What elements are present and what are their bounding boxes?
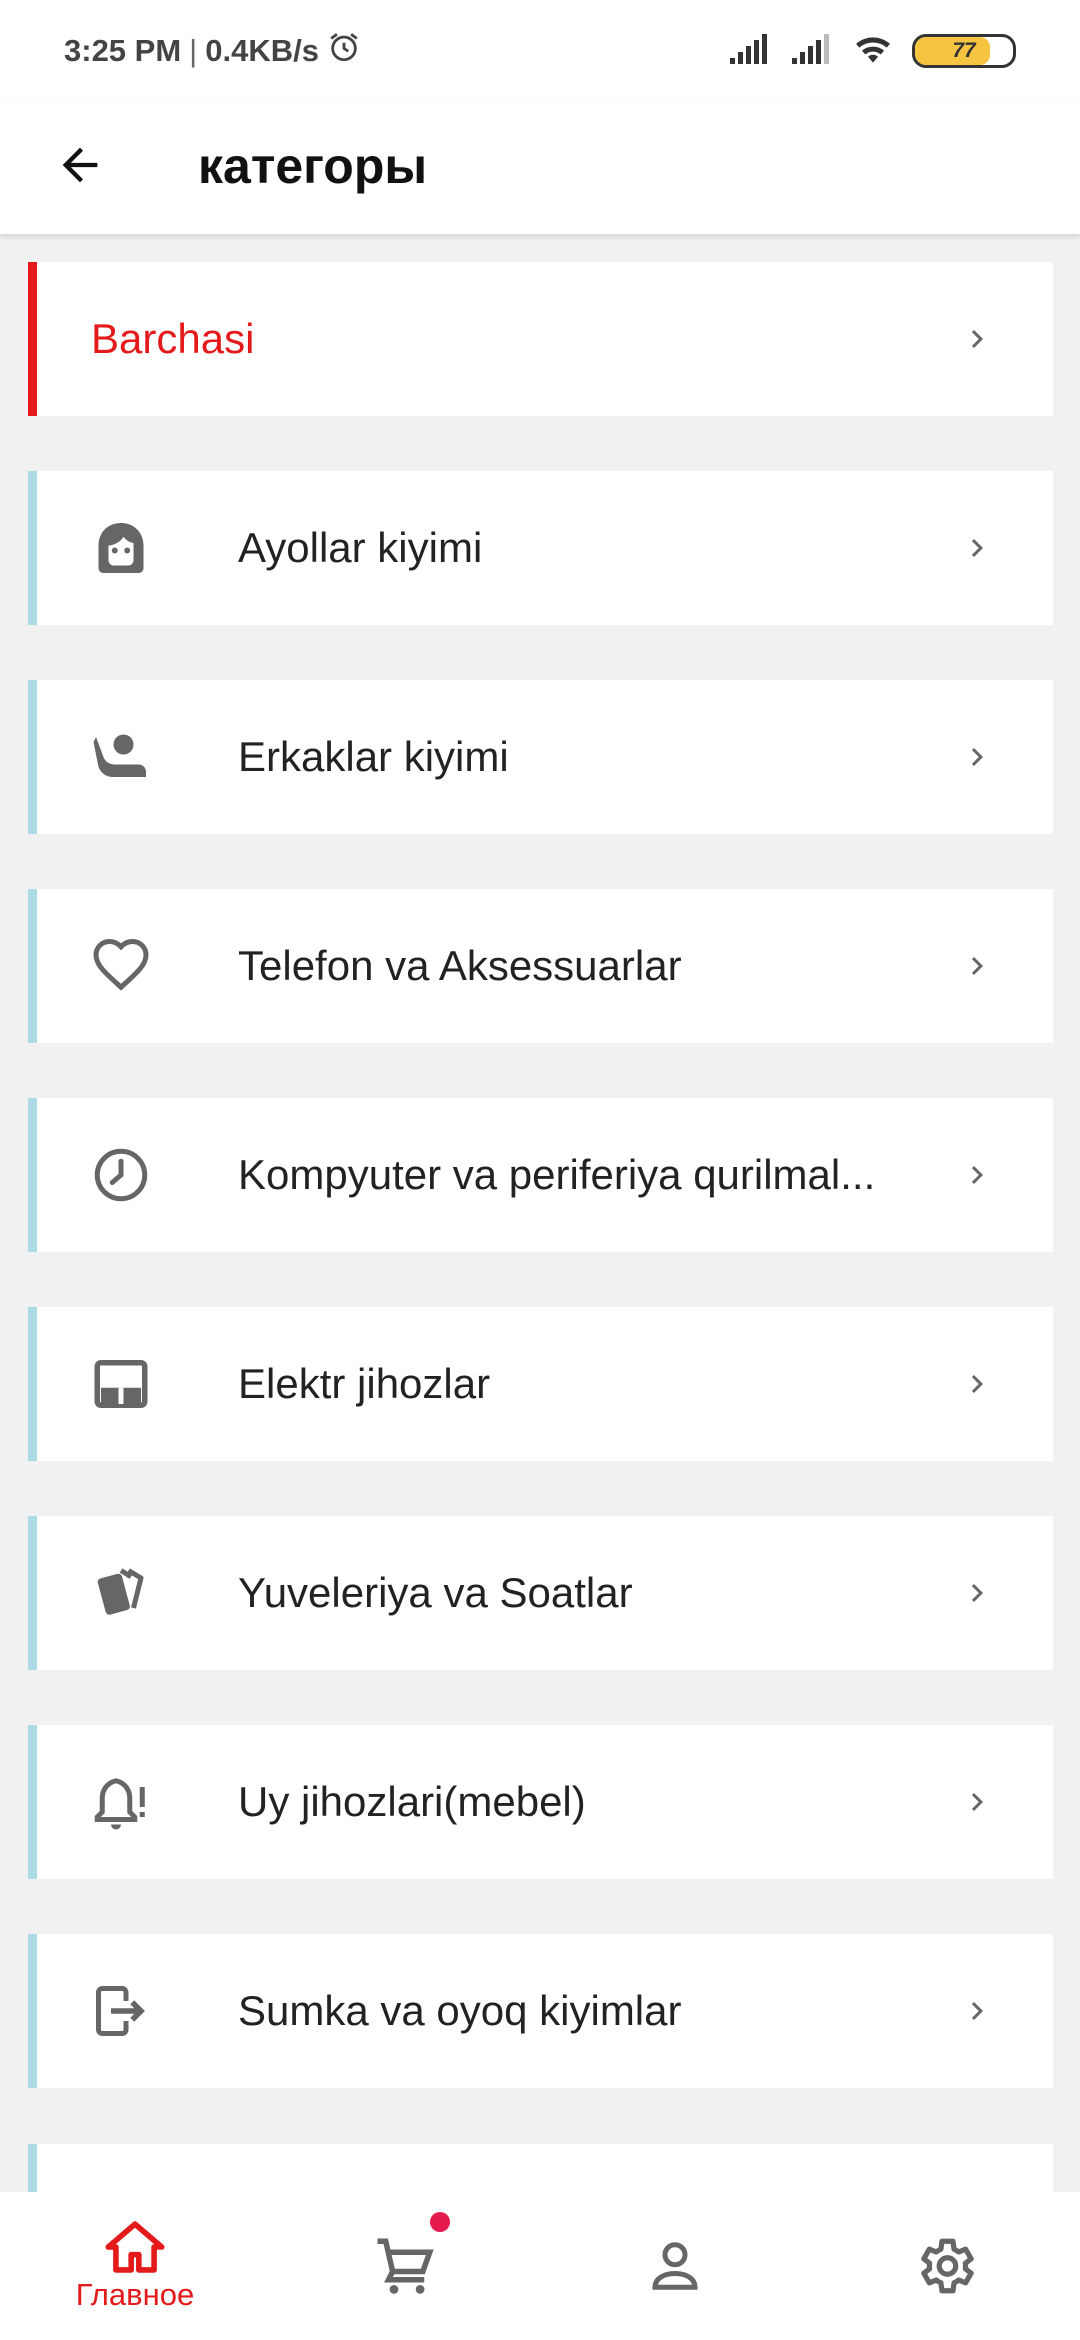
nav-profile[interactable] [540, 2192, 810, 2340]
nav-settings[interactable] [810, 2192, 1080, 2340]
signal-icon [728, 32, 772, 71]
cards-icon [89, 1561, 153, 1625]
bell-alert-icon [89, 1770, 153, 1834]
alarm-icon [327, 30, 361, 72]
category-item-elektr-jihozlar[interactable]: Elektr jihozlar [28, 1307, 1053, 1461]
arrow-left-icon [62, 147, 98, 183]
cart-badge [430, 2212, 450, 2232]
status-right: 77 [728, 28, 1016, 74]
heart-icon [89, 934, 153, 998]
app-bar: категоры [0, 100, 1080, 234]
face-woman-icon [89, 516, 153, 580]
status-bar: 3:25 PM | 0.4KB/s 77 [0, 0, 1080, 100]
nav-home-label: Главное [75, 2277, 195, 2312]
tablet-icon [89, 1352, 153, 1416]
logout-icon [89, 1979, 153, 2043]
status-separator: | [189, 33, 198, 68]
category-item-telefon-va-aksessuarlar[interactable]: Telefon va Aksessuarlar [28, 889, 1053, 1043]
category-item-uy-jihozlari[interactable]: Uy jihozlari(mebel) [28, 1725, 1053, 1879]
category-label: Elektr jihozlar [238, 1360, 491, 1407]
chevron-right-icon [957, 1782, 997, 1822]
chevron-right-icon [957, 1364, 997, 1404]
clock-icon [89, 1143, 153, 1207]
category-label: Yuveleriya va Soatlar [238, 1569, 633, 1616]
person-reclining-icon [89, 725, 153, 789]
nav-home[interactable]: Главное [0, 2192, 270, 2340]
cart-icon [377, 2238, 434, 2294]
category-item-erkaklar-kiyimi[interactable]: Erkaklar kiyimi [28, 680, 1053, 834]
back-button[interactable] [40, 125, 120, 205]
category-label: Ayollar kiyimi [238, 524, 483, 571]
network-speed: 0.4KB/s [205, 33, 319, 68]
bottom-nav: Главное [0, 2192, 1080, 2340]
chevron-right-icon [957, 528, 997, 568]
category-label: Erkaklar kiyimi [238, 733, 509, 780]
status-time: 3:25 PM [64, 33, 182, 68]
page-title: категоры [198, 138, 428, 194]
battery-icon: 77 [912, 34, 1016, 68]
signal-icon [790, 32, 834, 71]
category-label: Uy jihozlari(mebel) [238, 1778, 586, 1825]
category-item-kompyuter[interactable]: Kompyuter va periferiya qurilmal... [28, 1098, 1053, 1252]
chevron-right-icon [957, 1155, 997, 1195]
status-left: 3:25 PM | 0.4KB/s [64, 30, 361, 72]
category-label: Barchasi [91, 315, 255, 362]
chevron-right-icon [957, 1573, 997, 1613]
chevron-right-icon [957, 737, 997, 777]
category-label: Kompyuter va periferiya qurilmal... [238, 1151, 876, 1198]
category-item-sumka-va-oyoq-kiyimlar[interactable]: Sumka va oyoq kiyimlar [28, 1934, 1053, 2088]
category-label: Telefon va Aksessuarlar [238, 942, 682, 989]
battery-level: 77 [952, 39, 976, 62]
category-item-ayollar-kiyimi[interactable]: Ayollar kiyimi [28, 471, 1053, 625]
category-item-yuveleriya-va-soatlar[interactable]: Yuveleriya va Soatlar [28, 1516, 1053, 1670]
wifi-icon [852, 32, 894, 71]
category-label: Sumka va oyoq kiyimlar [238, 1987, 682, 2034]
chevron-right-icon [957, 1991, 997, 2031]
nav-cart[interactable] [270, 2192, 540, 2340]
category-item-barchasi[interactable]: Barchasi [28, 262, 1053, 416]
chevron-right-icon [957, 319, 997, 359]
chevron-right-icon [957, 946, 997, 986]
category-list: Barchasi Ayollar kiyimi Erkaklar kiyimi … [28, 262, 1053, 2143]
home-icon [105, 2221, 165, 2273]
user-icon [652, 2242, 698, 2290]
gear-icon [921, 2238, 974, 2294]
